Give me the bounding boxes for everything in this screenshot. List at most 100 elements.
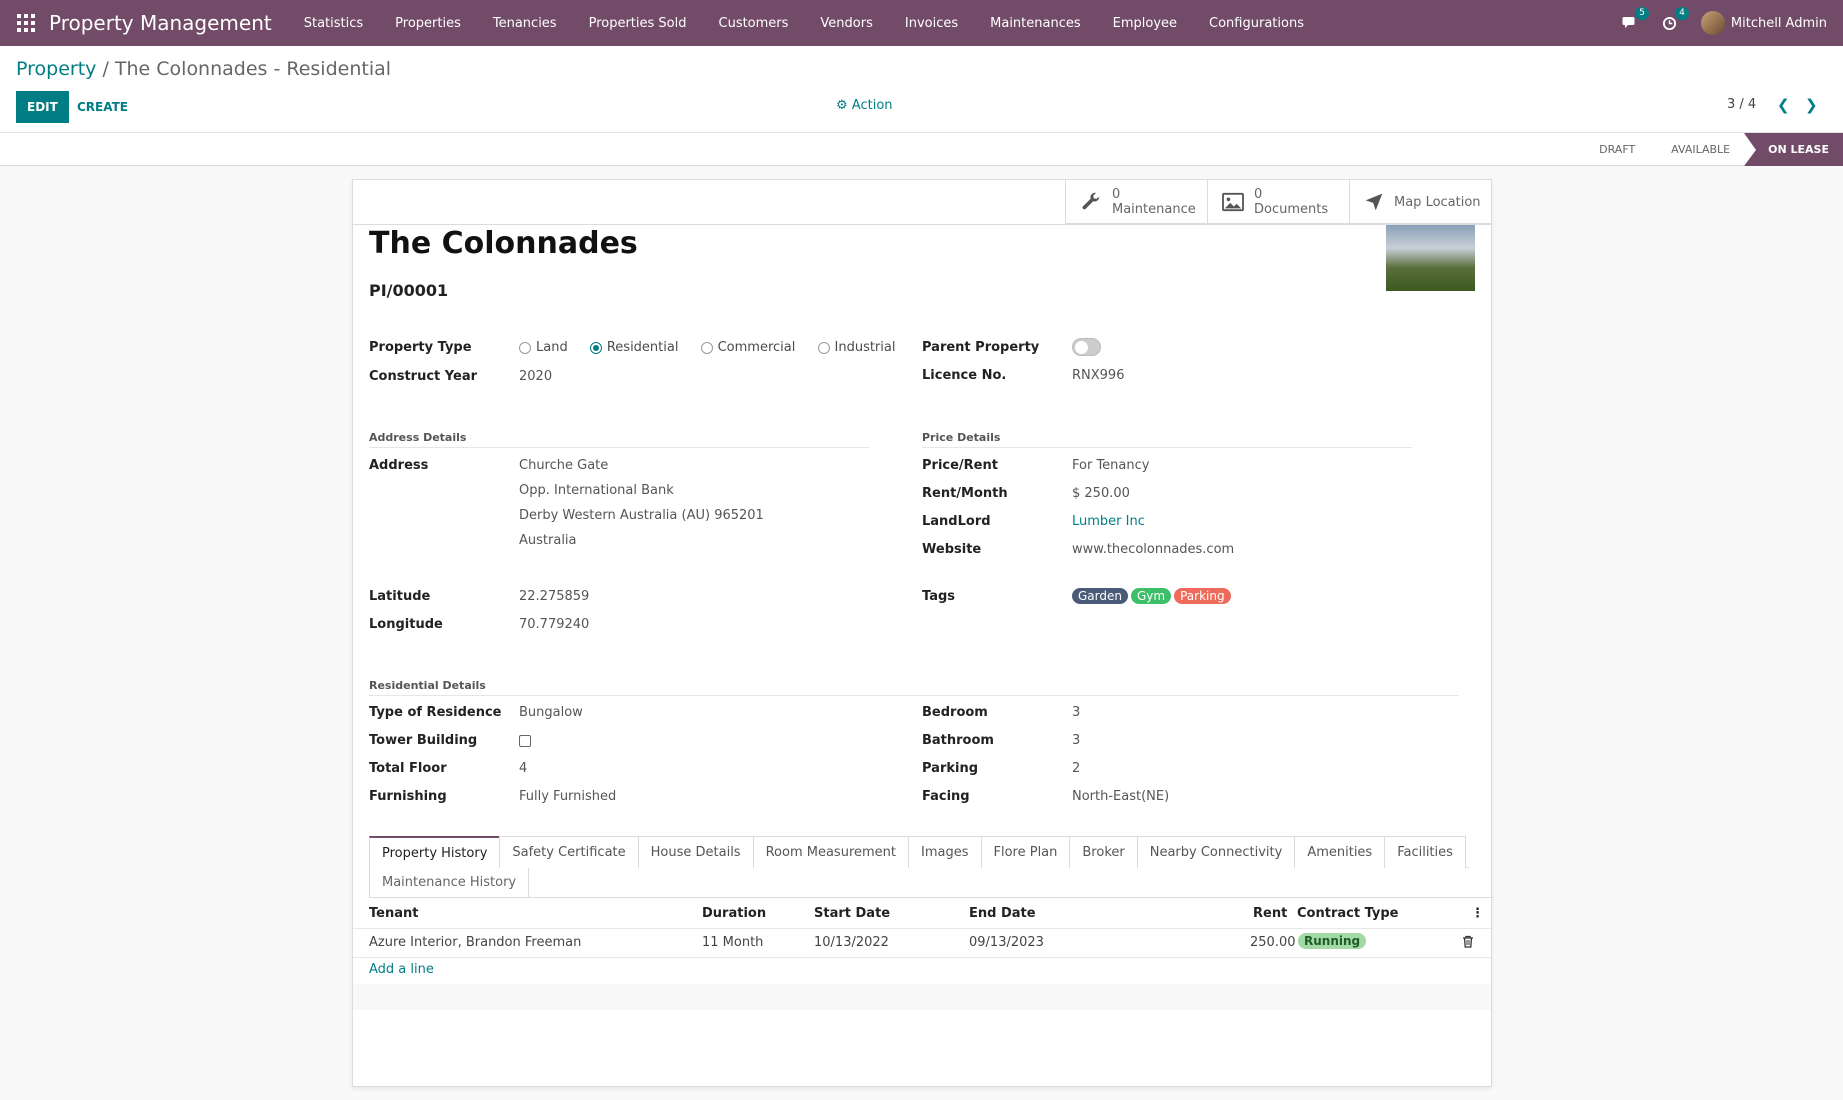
tab-property-history[interactable]: Property History	[369, 836, 501, 868]
tag-gym[interactable]: Gym	[1130, 588, 1172, 604]
property-image[interactable]	[1386, 225, 1475, 291]
address-city-state-zip[interactable]: Derby Western Australia (AU) 965201	[519, 508, 764, 523]
radio-commercial[interactable]: Commercial	[700, 340, 795, 355]
longitude-value[interactable]: 70.779240	[519, 617, 589, 632]
chat-icon[interactable]: 5	[1621, 7, 1649, 32]
tab-images[interactable]: Images	[908, 836, 982, 868]
documents-count: 0	[1254, 187, 1263, 202]
radio-land[interactable]: Land	[519, 340, 568, 355]
tab-house-details[interactable]: House Details	[637, 836, 754, 868]
tags-field[interactable]: Garden Gym Parking	[1072, 588, 1234, 604]
app-title[interactable]: Property Management	[49, 11, 272, 35]
column-header-tenant[interactable]: Tenant	[369, 906, 418, 921]
chevron-left-icon[interactable]: ❮	[1777, 96, 1790, 114]
map-location-smart-button[interactable]: Map Location	[1349, 180, 1491, 224]
radio-circle-icon	[519, 341, 531, 354]
stage-draft[interactable]: DRAFT	[1577, 133, 1649, 166]
property-type-label: Property Type	[369, 340, 472, 355]
facing-label: Facing	[922, 789, 970, 804]
row-rent[interactable]: 250.00	[1250, 935, 1296, 950]
type-of-residence-value[interactable]: Bungalow	[519, 705, 583, 720]
radio-industrial-label: Industrial	[834, 340, 896, 355]
maintenance-smart-button[interactable]: 0 Maintenance	[1065, 180, 1207, 224]
column-header-duration[interactable]: Duration	[702, 906, 766, 921]
row-duration[interactable]: 11 Month	[702, 935, 763, 950]
row-start-date[interactable]: 10/13/2022	[814, 935, 889, 950]
furnishing-value[interactable]: Fully Furnished	[519, 789, 616, 804]
avatar[interactable]	[1700, 11, 1725, 35]
stage-on-lease[interactable]: ON LEASE	[1744, 133, 1843, 166]
parent-property-label: Parent Property	[922, 340, 1040, 355]
latitude-value[interactable]: 22.275859	[519, 589, 589, 604]
tower-building-checkbox[interactable]	[519, 735, 531, 747]
column-header-end-date[interactable]: End Date	[969, 906, 1036, 921]
radio-industrial[interactable]: Industrial	[817, 340, 896, 355]
address-street2[interactable]: Opp. International Bank	[519, 483, 674, 498]
tab-maintenance-history[interactable]: Maintenance History	[369, 868, 530, 898]
tab-facilities[interactable]: Facilities	[1384, 836, 1466, 868]
licence-no-value[interactable]: RNX996	[1072, 368, 1124, 383]
menu-tenancies[interactable]: Tenancies	[477, 16, 573, 31]
chevron-right-icon[interactable]: ❯	[1805, 96, 1818, 114]
address-street[interactable]: Churche Gate	[519, 458, 608, 473]
add-line-link[interactable]: Add a line	[369, 962, 434, 977]
trash-icon[interactable]	[1462, 935, 1474, 952]
bathroom-value[interactable]: 3	[1072, 733, 1080, 748]
tab-safety-certificate[interactable]: Safety Certificate	[499, 836, 639, 868]
menu-vendors[interactable]: Vendors	[804, 16, 888, 31]
facing-value[interactable]: North-East(NE)	[1072, 789, 1169, 804]
create-button[interactable]: CREATE	[66, 91, 139, 123]
edit-button[interactable]: EDIT	[16, 91, 69, 123]
tab-flore-plan[interactable]: Flore Plan	[980, 836, 1071, 868]
parent-property-toggle[interactable]	[1072, 338, 1101, 356]
top-navbar: Property Management Statistics Propertie…	[0, 0, 1843, 46]
activity-badge: 4	[1675, 7, 1689, 20]
latitude-label: Latitude	[369, 589, 431, 604]
status-badge: Running	[1298, 933, 1367, 949]
landlord-link[interactable]: Lumber Inc	[1072, 514, 1145, 529]
stage-available[interactable]: AVAILABLE	[1649, 133, 1744, 166]
construct-year-value[interactable]: 2020	[519, 369, 552, 384]
tag-garden[interactable]: Garden	[1072, 588, 1128, 604]
menu-properties-sold[interactable]: Properties Sold	[573, 16, 703, 31]
breadcrumb-root-link[interactable]: Property	[16, 58, 96, 80]
pager-value[interactable]: 3 / 4	[1727, 97, 1756, 112]
price-rent-label: Price/Rent	[922, 458, 998, 473]
row-end-date[interactable]: 09/13/2023	[969, 935, 1044, 950]
documents-smart-button[interactable]: 0 Documents	[1207, 180, 1349, 224]
tag-parking[interactable]: Parking	[1174, 588, 1231, 604]
menu-customers[interactable]: Customers	[703, 16, 805, 31]
tab-nearby-connectivity[interactable]: Nearby Connectivity	[1136, 836, 1296, 868]
bedroom-value[interactable]: 3	[1072, 705, 1080, 720]
total-floor-value[interactable]: 4	[519, 761, 527, 776]
tab-broker[interactable]: Broker	[1069, 836, 1138, 868]
row-tenant[interactable]: Azure Interior, Brandon Freeman	[369, 935, 581, 950]
empty-row	[353, 984, 1491, 1010]
tab-amenities[interactable]: Amenities	[1294, 836, 1386, 868]
price-rent-value[interactable]: For Tenancy	[1072, 458, 1149, 473]
menu-employee[interactable]: Employee	[1097, 16, 1193, 31]
website-value[interactable]: www.thecolonnades.com	[1072, 542, 1234, 557]
menu-maintenances[interactable]: Maintenances	[974, 16, 1097, 31]
column-header-start-date[interactable]: Start Date	[814, 906, 890, 921]
parking-value[interactable]: 2	[1072, 761, 1080, 776]
app-grid-icon[interactable]	[16, 13, 36, 33]
wrench-icon	[1082, 192, 1100, 210]
optional-columns-icon[interactable]: ⋮	[1471, 906, 1484, 921]
menu-invoices[interactable]: Invoices	[889, 16, 974, 31]
address-country[interactable]: Australia	[519, 533, 577, 548]
tab-room-measurement[interactable]: Room Measurement	[752, 836, 909, 868]
rent-month-value[interactable]: $ 250.00	[1072, 486, 1130, 501]
user-name[interactable]: Mitchell Admin	[1731, 16, 1827, 31]
action-dropdown[interactable]: ⚙ Action	[836, 98, 893, 113]
column-header-contract-type[interactable]: Contract Type	[1297, 906, 1399, 921]
record-title[interactable]: The Colonnades	[369, 226, 638, 261]
menu-statistics[interactable]: Statistics	[288, 16, 379, 31]
activity-clock-icon[interactable]: 4	[1661, 7, 1689, 32]
tab-row-2: Maintenance History	[369, 868, 1494, 898]
column-header-rent[interactable]: Rent	[1253, 906, 1287, 921]
radio-residential[interactable]: Residential	[589, 340, 678, 355]
menu-properties[interactable]: Properties	[379, 16, 477, 31]
construct-year-label: Construct Year	[369, 369, 478, 384]
menu-configurations[interactable]: Configurations	[1193, 16, 1320, 31]
